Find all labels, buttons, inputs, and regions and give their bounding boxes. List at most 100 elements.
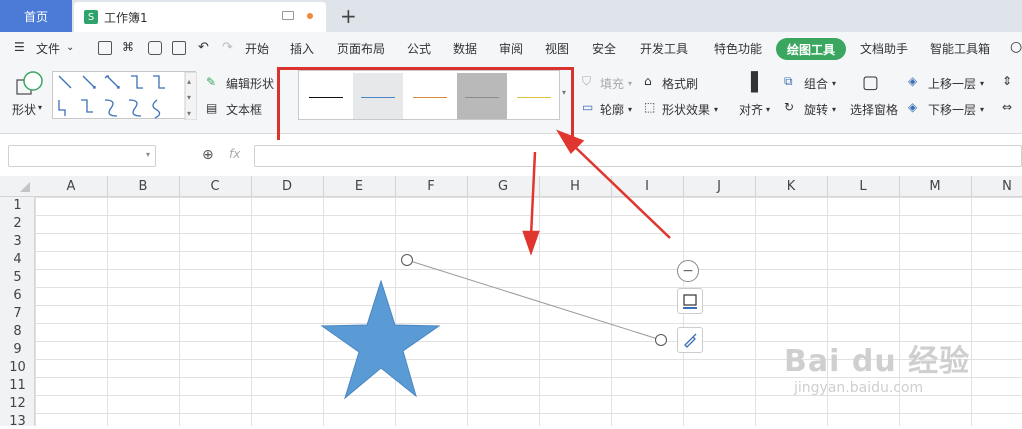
column-separator[interactable] <box>539 176 540 197</box>
column-header-c[interactable]: C <box>179 179 251 194</box>
row-header-12[interactable]: 12 <box>0 396 35 411</box>
column-header-j[interactable]: J <box>683 179 755 194</box>
align-dropdown-icon[interactable]: ▾ <box>766 105 770 114</box>
menu-special[interactable]: 特色功能 <box>714 40 762 57</box>
rotate-icon[interactable]: ↻ <box>784 100 794 114</box>
send-backward-icon[interactable]: ◈ <box>908 100 917 114</box>
align-button[interactable]: 对齐 <box>739 101 763 118</box>
column-header-f[interactable]: F <box>395 179 467 194</box>
print-preview-icon[interactable] <box>172 41 186 55</box>
column-separator[interactable] <box>251 176 252 197</box>
save-icon[interactable] <box>98 41 112 55</box>
align-icon[interactable]: ▐ <box>744 72 758 93</box>
row-header-3[interactable]: 3 <box>0 234 35 249</box>
group-dropdown-icon[interactable]: ▾ <box>832 79 836 88</box>
clip-icon[interactable]: ⌘ <box>122 40 134 54</box>
bring-forward-dropdown-icon[interactable]: ▾ <box>980 79 984 88</box>
column-header-i[interactable]: I <box>611 179 683 194</box>
row-header-8[interactable]: 8 <box>0 324 35 339</box>
search-icon[interactable]: ○ <box>1010 39 1022 55</box>
text-box-button[interactable]: 文本框 <box>226 101 262 118</box>
bring-forward-icon[interactable]: ◈ <box>908 74 917 88</box>
new-tab-button[interactable]: + <box>340 4 357 28</box>
shape-dropdown-icon[interactable]: ▾ <box>38 103 42 112</box>
home-tab[interactable]: 首页 <box>0 0 72 32</box>
tab-drawing-tools[interactable]: 绘图工具 <box>776 38 846 60</box>
format-painter-button[interactable]: 格式刷 <box>662 75 698 92</box>
row-header-6[interactable]: 6 <box>0 288 35 303</box>
fx-label[interactable]: fx <box>229 147 240 161</box>
row-header-9[interactable]: 9 <box>0 342 35 357</box>
bring-forward-button[interactable]: 上移一层 <box>928 75 976 92</box>
column-header-h[interactable]: H <box>539 179 611 194</box>
shape-effects-button[interactable]: 形状效果 <box>662 101 710 118</box>
connector-shapes[interactable]: ▴ ▾ ▾ <box>53 71 198 121</box>
hamburger-icon[interactable]: ☰ <box>14 40 25 54</box>
row-header-11[interactable]: 11 <box>0 378 35 393</box>
menu-file[interactable]: 文件 <box>36 40 60 57</box>
zoom-icon[interactable]: ⊕ <box>202 147 214 163</box>
row-header-2[interactable]: 2 <box>0 216 35 231</box>
row-header-1[interactable]: 1 <box>0 198 35 213</box>
workbook-tab[interactable]: S 工作簿1 <box>74 2 326 32</box>
rotate-dropdown-icon[interactable]: ▾ <box>832 105 836 114</box>
row-header-5[interactable]: 5 <box>0 270 35 285</box>
column-header-d[interactable]: D <box>251 179 323 194</box>
width-icon[interactable]: ⇔ <box>1002 100 1012 114</box>
menu-insert[interactable]: 插入 <box>290 40 314 57</box>
edit-shape-button[interactable]: 编辑形状 <box>226 75 274 92</box>
column-header-b[interactable]: B <box>107 179 179 194</box>
column-separator[interactable] <box>899 176 900 197</box>
print-icon[interactable] <box>148 41 162 55</box>
row-header-4[interactable]: 4 <box>0 252 35 267</box>
collapse-button[interactable]: − <box>677 260 699 282</box>
formula-input[interactable] <box>254 145 1022 167</box>
column-header-n[interactable]: N <box>971 179 1022 194</box>
selection-pane-button[interactable]: 选择窗格 <box>850 101 898 118</box>
shape-effects-dropdown-icon[interactable]: ▾ <box>714 105 718 114</box>
selection-pane-icon[interactable]: ▢ <box>862 72 879 93</box>
row-header-10[interactable]: 10 <box>0 360 35 375</box>
menu-doc-assistant[interactable]: 文档助手 <box>860 40 908 57</box>
column-separator[interactable] <box>971 176 972 197</box>
column-header-a[interactable]: A <box>35 179 107 194</box>
rotate-button[interactable]: 旋转 <box>804 101 828 118</box>
name-box[interactable] <box>8 145 156 167</box>
column-header-l[interactable]: L <box>827 179 899 194</box>
column-header-e[interactable]: E <box>323 179 395 194</box>
fill-button[interactable]: 填充 <box>600 75 624 92</box>
send-backward-button[interactable]: 下移一层 <box>928 101 976 118</box>
group-button[interactable]: 组合 <box>804 75 828 92</box>
column-separator[interactable] <box>611 176 612 197</box>
outline-icon[interactable]: ▭ <box>582 100 593 114</box>
column-separator[interactable] <box>827 176 828 197</box>
group-icon[interactable]: ⧉ <box>784 74 793 89</box>
shape-label[interactable]: 形状 <box>12 101 36 118</box>
column-separator[interactable] <box>107 176 108 197</box>
menu-start[interactable]: 开始 <box>245 40 269 57</box>
undo-icon[interactable]: ↶ <box>198 40 209 55</box>
outline-dropdown-icon[interactable]: ▾ <box>628 105 632 114</box>
height-icon[interactable]: ⇕ <box>1002 74 1012 88</box>
fill-icon[interactable]: ⛉ <box>582 74 591 89</box>
menu-security[interactable]: 安全 <box>592 40 616 57</box>
column-separator[interactable] <box>683 176 684 197</box>
menu-smart-toolbox[interactable]: 智能工具箱 <box>930 40 990 57</box>
text-box-icon[interactable]: ▤ <box>206 101 217 115</box>
chevron-down-icon[interactable]: ⌄ <box>66 42 74 53</box>
edit-shape-icon[interactable]: ✎ <box>206 75 216 89</box>
column-separator[interactable] <box>323 176 324 197</box>
column-separator[interactable] <box>395 176 396 197</box>
shape-icon[interactable] <box>14 70 44 98</box>
row-header-7[interactable]: 7 <box>0 306 35 321</box>
name-box-dropdown-icon[interactable]: ▾ <box>146 150 150 159</box>
fill-dropdown-icon[interactable]: ▾ <box>628 79 632 88</box>
menu-view[interactable]: 视图 <box>545 40 569 57</box>
redo-icon[interactable]: ↷ <box>222 40 233 55</box>
row-header-13[interactable]: 13 <box>0 414 35 429</box>
send-backward-dropdown-icon[interactable]: ▾ <box>980 105 984 114</box>
column-separator[interactable] <box>179 176 180 197</box>
menu-page-layout[interactable]: 页面布局 <box>337 40 385 57</box>
column-header-g[interactable]: G <box>467 179 539 194</box>
menu-review[interactable]: 审阅 <box>499 40 523 57</box>
